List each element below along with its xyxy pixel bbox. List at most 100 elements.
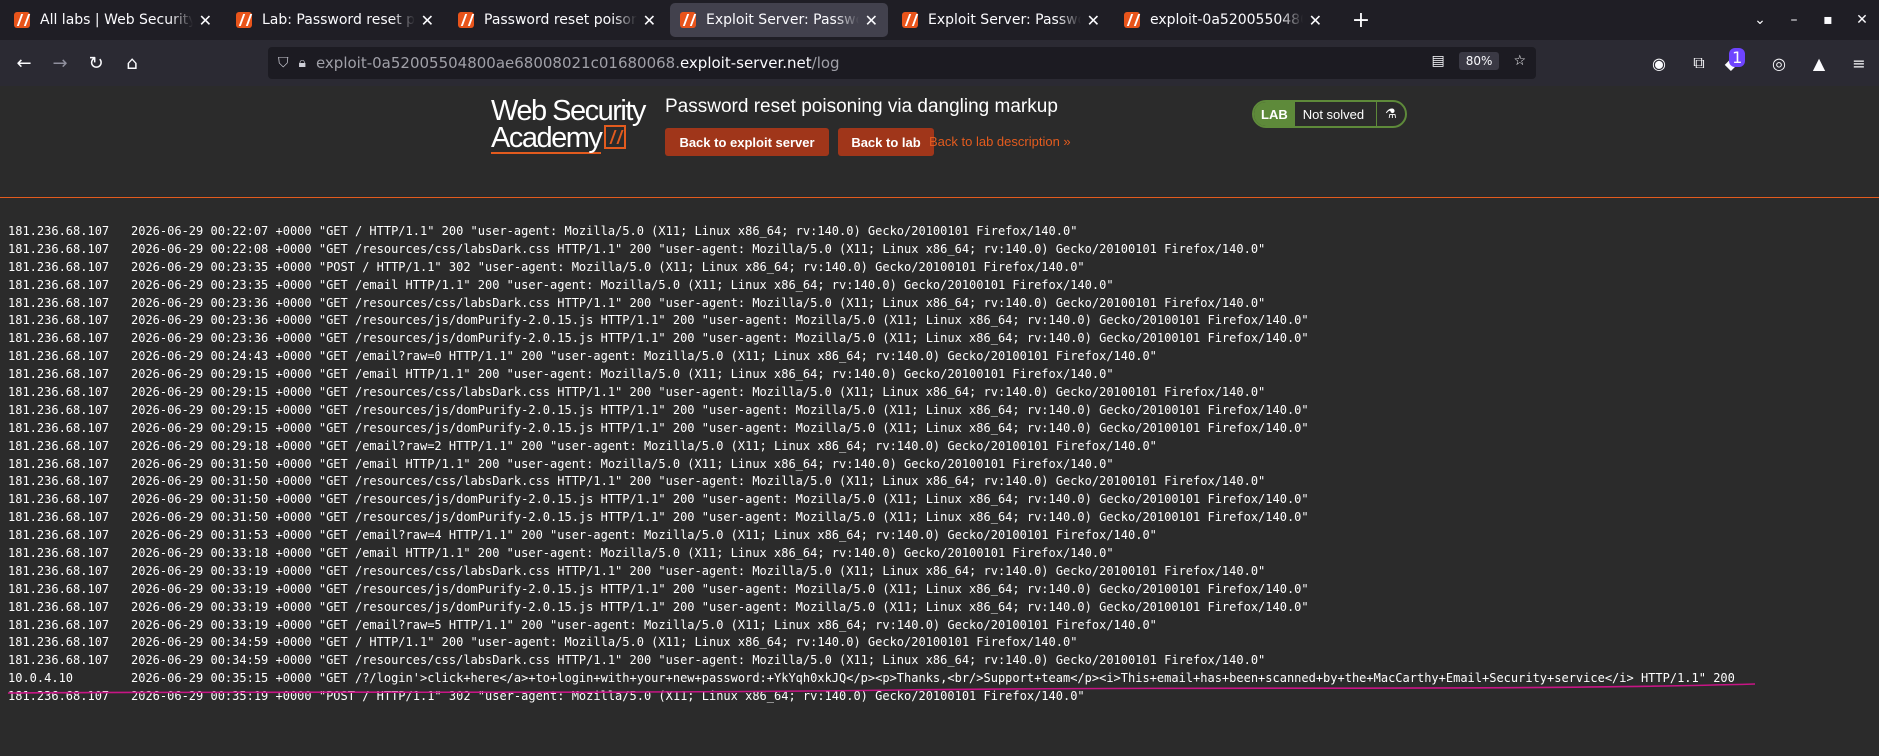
shield-icon[interactable]: ⛉: [278, 55, 289, 71]
nav-bar: ← → ↻ ⌂ ⛉ 🔒︎ exploit-0a52005504800ae6800…: [0, 40, 1879, 86]
lab-status-badge: LAB Not solved ⚗: [1252, 100, 1407, 128]
web-security-academy-logo[interactable]: Web Security Academy: [491, 95, 646, 156]
log-ip: 181.236.68.107: [8, 277, 110, 292]
minimize-icon[interactable]: –: [1777, 12, 1811, 28]
tab-lab[interactable]: Lab: Password reset poisoning via dangli…: [226, 3, 444, 37]
close-icon[interactable]: ✕: [199, 11, 212, 30]
tab-bar: All labs | Web Security Academy ✕ Lab: P…: [0, 0, 1879, 40]
maximize-icon[interactable]: ▪: [1811, 12, 1845, 28]
log-message: 2026-06-29 00:29:15 +0000 "GET /resource…: [131, 402, 1309, 417]
close-icon[interactable]: ✕: [1309, 11, 1322, 30]
logo-line2: Academy: [491, 122, 603, 154]
log-ip: 181.236.68.107: [8, 689, 110, 704]
zoom-level[interactable]: 80%: [1458, 52, 1500, 70]
log-message: 2026-06-29 00:23:36 +0000 "GET /resource…: [131, 331, 1309, 346]
log-row: 181.236.68.107 2026-06-29 00:33:18 +0000 …: [0, 545, 1879, 563]
portswigger-icon: [14, 12, 30, 28]
log-message: 2026-06-29 00:31:53 +0000 "GET /email?ra…: [131, 528, 1157, 543]
log-message: 2026-06-29 00:31:50 +0000 "GET /resource…: [131, 492, 1309, 507]
log-row: 181.236.68.107 2026-06-29 00:34:59 +0000 …: [0, 652, 1879, 670]
back-icon[interactable]: ←: [6, 53, 42, 74]
tab-exploit-url[interactable]: exploit-0a52005504800ae68008021c01680068…: [1114, 3, 1332, 37]
log-message: 2026-06-29 00:23:36 +0000 "GET /resource…: [131, 313, 1309, 328]
log-message: 2026-06-29 00:31:50 +0000 "GET /email HT…: [131, 456, 1114, 471]
tab-lab-page[interactable]: Password reset poisoning via dangling ma…: [448, 3, 666, 37]
log-message: 2026-06-29 00:33:19 +0000 "GET /resource…: [131, 581, 1309, 596]
account-icon[interactable]: ◉: [1639, 54, 1679, 73]
log-ip: 181.236.68.107: [8, 331, 110, 346]
log-row: 181.236.68.107 2026-06-29 00:22:07 +0000 …: [0, 223, 1879, 241]
log-message: 2026-06-29 00:23:35 +0000 "POST / HTTP/1…: [131, 259, 1085, 274]
tab-title: Exploit Server: Password reset poisoning…: [928, 12, 1081, 28]
log-message: 2026-06-29 00:34:59 +0000 "GET /resource…: [131, 653, 1266, 668]
log-row: 181.236.68.107 2026-06-29 00:23:35 +0000 …: [0, 259, 1879, 277]
access-log: 181.236.68.107 2026-06-29 00:22:07 +0000 …: [0, 199, 1879, 756]
logo-line1: Web Security: [491, 95, 646, 127]
log-row: 181.236.68.107 2026-06-29 00:31:50 +0000 …: [0, 491, 1879, 509]
log-row: 181.236.68.107 2026-06-29 00:33:19 +0000 …: [0, 563, 1879, 581]
log-row: 181.236.68.107 2026-06-29 00:22:08 +0000 …: [0, 241, 1879, 259]
list-tabs-icon[interactable]: ⌄: [1743, 12, 1777, 28]
lock-icon[interactable]: 🔒︎: [299, 55, 306, 71]
back-to-lab-button[interactable]: Back to lab: [838, 128, 934, 156]
back-to-exploit-server-button[interactable]: Back to exploit server: [665, 128, 829, 156]
log-message: 2026-06-29 00:31:50 +0000 "GET /resource…: [131, 510, 1309, 525]
log-row: 181.236.68.107 2026-06-29 00:23:36 +0000 …: [0, 330, 1879, 348]
log-message: 2026-06-29 00:23:36 +0000 "GET /resource…: [131, 295, 1266, 310]
close-icon[interactable]: ✕: [421, 11, 434, 30]
new-tab-button[interactable]: +: [1346, 8, 1376, 33]
log-row: 181.236.68.107 2026-06-29 00:33:19 +0000 …: [0, 617, 1879, 635]
log-message: 2026-06-29 00:29:15 +0000 "GET /email HT…: [131, 367, 1114, 382]
log-row: 181.236.68.107 2026-06-29 00:31:50 +0000 …: [0, 509, 1879, 527]
close-icon[interactable]: ✕: [1087, 11, 1100, 30]
close-icon[interactable]: ✕: [643, 11, 656, 30]
lab-tag: LAB: [1254, 102, 1295, 126]
extension-icon[interactable]: ◆1: [1719, 47, 1759, 73]
log-ip: 181.236.68.107: [8, 528, 110, 543]
log-ip: 181.236.68.107: [8, 456, 110, 471]
tab-title: All labs | Web Security Academy: [40, 12, 193, 28]
log-ip: 181.236.68.107: [8, 313, 110, 328]
log-message: 2026-06-29 00:31:50 +0000 "GET /resource…: [131, 474, 1266, 489]
burp-extension-icon[interactable]: ▲: [1799, 54, 1839, 73]
log-message: 2026-06-29 00:33:19 +0000 "GET /resource…: [131, 563, 1266, 578]
close-window-icon[interactable]: ✕: [1845, 12, 1879, 28]
log-row: 181.236.68.107 2026-06-29 00:33:19 +0000 …: [0, 581, 1879, 599]
tab-all-labs[interactable]: All labs | Web Security Academy ✕: [4, 3, 222, 37]
menu-icon[interactable]: ≡: [1839, 54, 1879, 73]
log-message: 2026-06-29 00:29:15 +0000 "GET /resource…: [131, 420, 1309, 435]
extensions-icon[interactable]: ⧉: [1679, 53, 1719, 73]
bolt-icon: [604, 125, 627, 149]
home-icon[interactable]: ⌂: [114, 53, 150, 74]
log-message: 2026-06-29 00:33:19 +0000 "GET /resource…: [131, 599, 1309, 614]
forward-icon[interactable]: →: [42, 53, 78, 74]
close-icon[interactable]: ✕: [865, 11, 878, 30]
log-ip: 181.236.68.107: [8, 635, 110, 650]
portswigger-icon: [1124, 12, 1140, 28]
back-to-lab-description-link[interactable]: Back to lab description »: [929, 134, 1071, 149]
portswigger-icon: [902, 12, 918, 28]
log-row: 181.236.68.107 2026-06-29 00:31:53 +0000 …: [0, 527, 1879, 545]
reader-view-icon[interactable]: ▤: [1432, 53, 1445, 69]
log-message: 2026-06-29 00:35:19 +0000 "POST / HTTP/1…: [131, 689, 1085, 704]
extension-badge: 1: [1729, 47, 1746, 67]
log-row: 181.236.68.107 2026-06-29 00:35:19 +0000 …: [0, 688, 1879, 706]
reload-icon[interactable]: ↻: [78, 53, 114, 74]
log-ip: 181.236.68.107: [8, 259, 110, 274]
tab-exploit-server[interactable]: Exploit Server: Password reset poisoning…: [892, 3, 1110, 37]
log-ip: 181.236.68.107: [8, 563, 110, 578]
log-ip: 181.236.68.107: [8, 420, 110, 435]
log-message: 2026-06-29 00:29:15 +0000 "GET /resource…: [131, 385, 1266, 400]
address-bar[interactable]: ⛉ 🔒︎ exploit-0a52005504800ae68008021c016…: [268, 47, 1536, 79]
flask-icon: ⚗: [1385, 106, 1397, 121]
portswigger-icon: [458, 12, 474, 28]
bookmark-star-icon[interactable]: ☆: [1513, 53, 1526, 69]
tab-exploit-server-active[interactable]: Exploit Server: Password reset poisoning…: [670, 3, 888, 37]
window-controls: ⌄ – ▪ ✕: [1743, 0, 1879, 40]
log-row: 10.0.4.10 2026-06-29 00:35:15 +0000 "GET …: [0, 670, 1879, 688]
log-message: 2026-06-29 00:34:59 +0000 "GET / HTTP/1.…: [131, 635, 1078, 650]
log-ip: 181.236.68.107: [8, 224, 110, 238]
tab-title: Password reset poisoning via dangling ma…: [484, 12, 637, 28]
portswigger-icon: [680, 12, 696, 28]
glasses-extension-icon[interactable]: ◎: [1759, 54, 1799, 73]
